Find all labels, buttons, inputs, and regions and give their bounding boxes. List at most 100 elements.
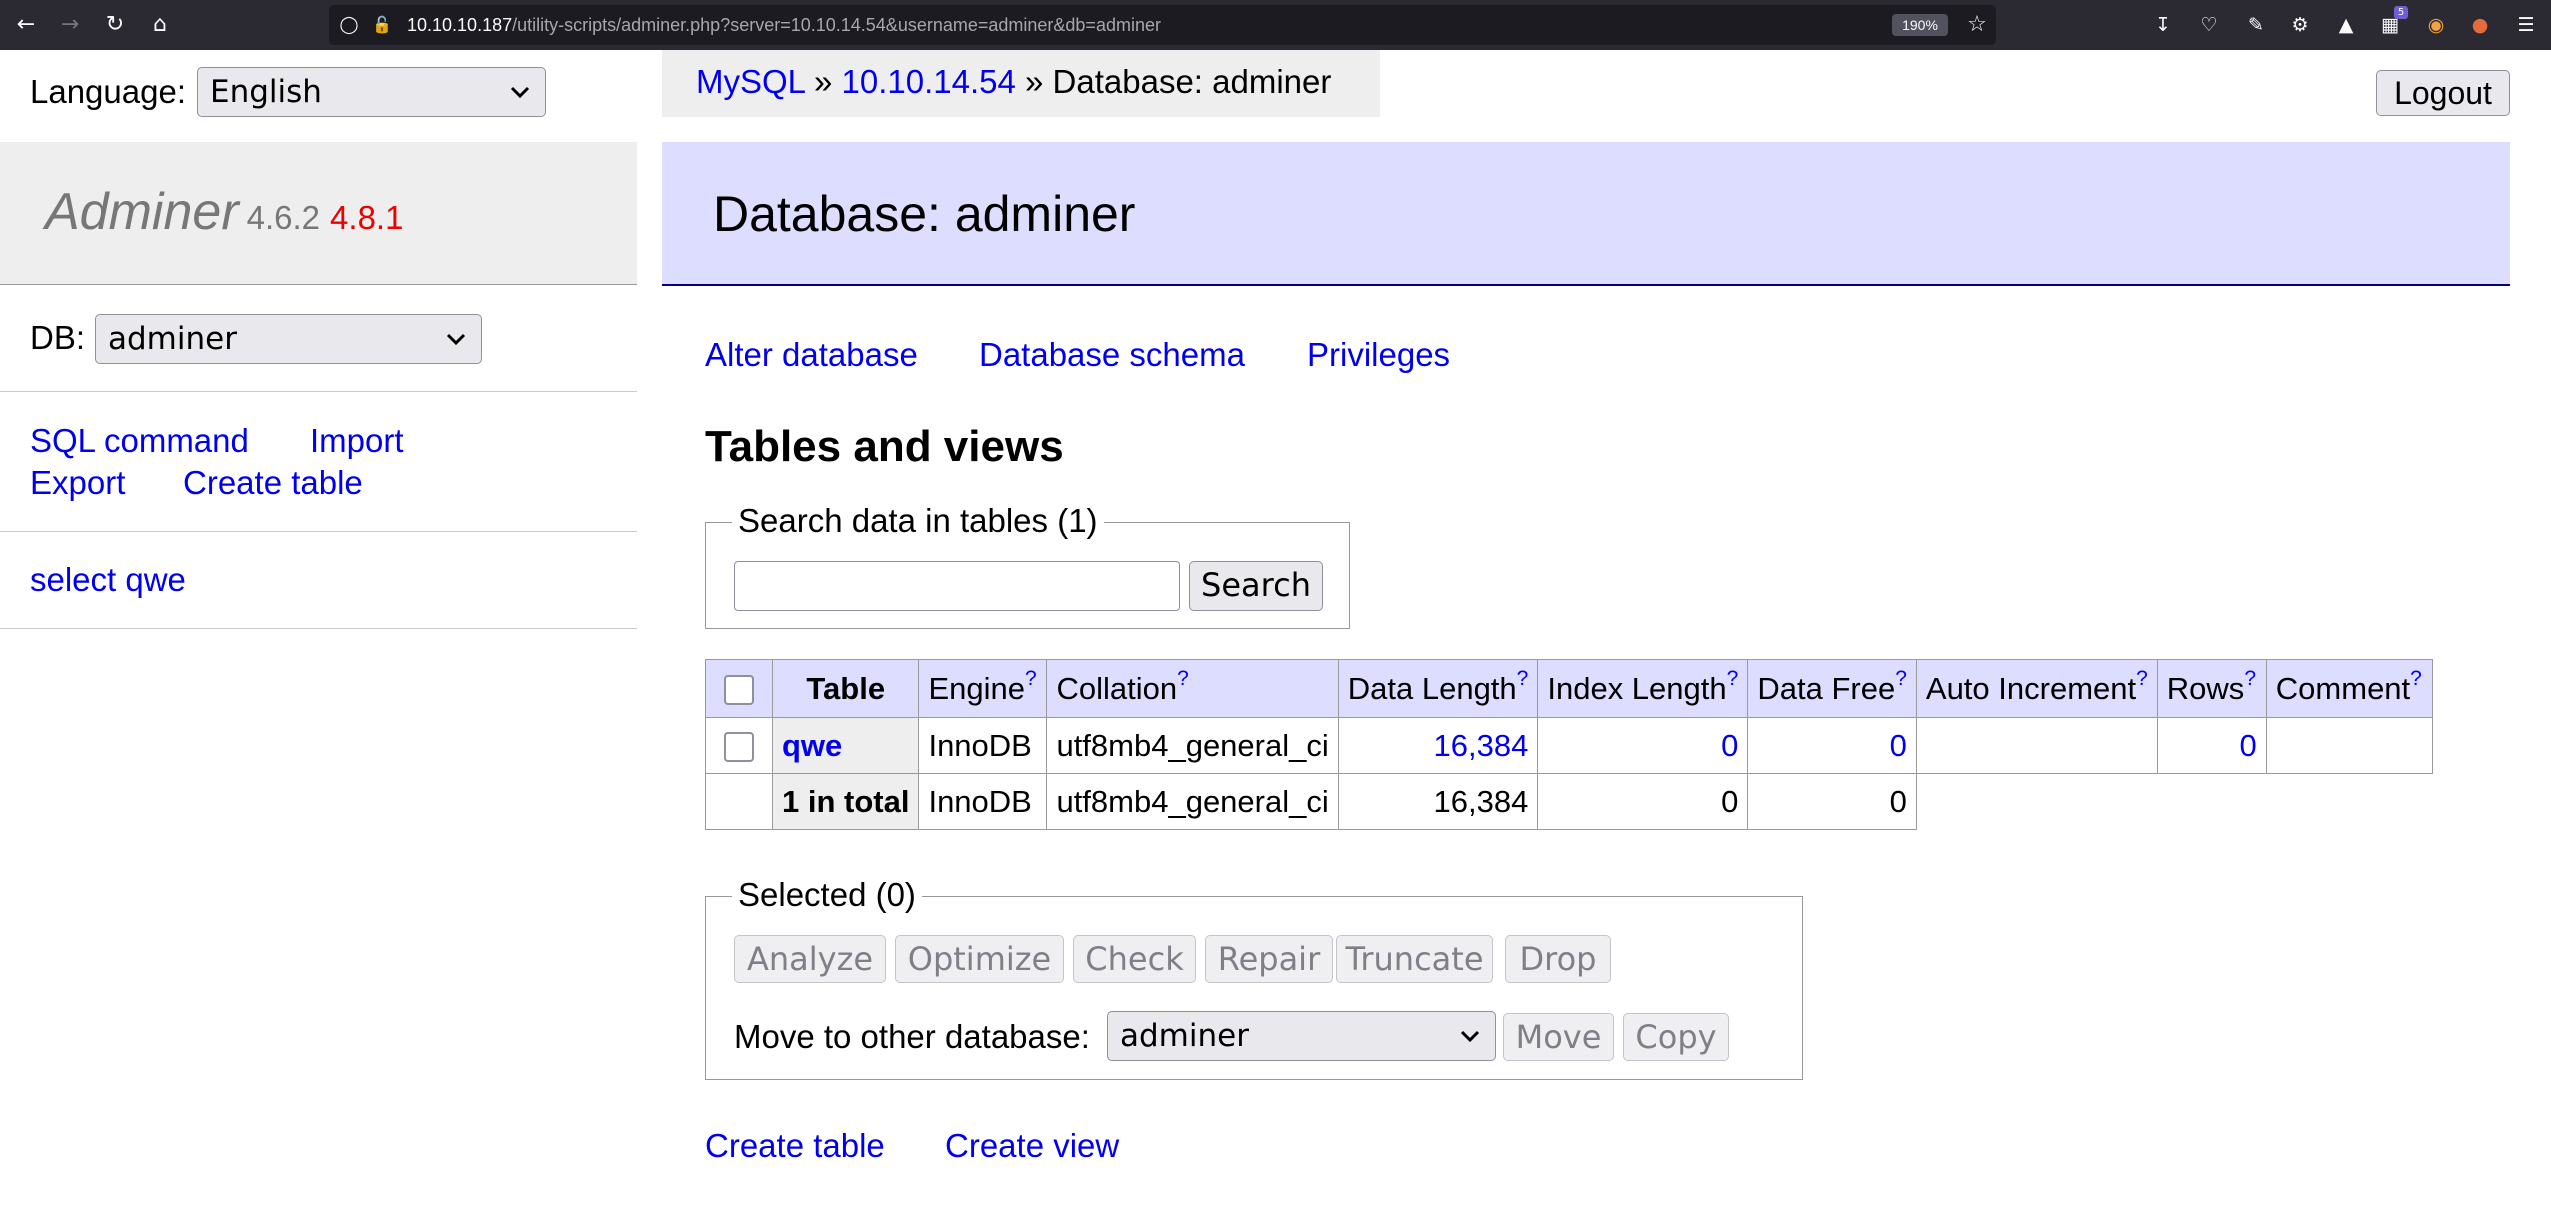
logout-button[interactable]: Logout bbox=[2376, 70, 2510, 116]
sql-command-link[interactable]: SQL command bbox=[30, 419, 249, 463]
extension-badge: 5 bbox=[2394, 6, 2408, 19]
brand: Adminer 4.6.2 4.8.1 bbox=[45, 182, 403, 242]
repair-button[interactable]: Repair bbox=[1205, 935, 1333, 983]
downloads-icon[interactable]: ↧ bbox=[2150, 12, 2176, 38]
alter-database-link[interactable]: Alter database bbox=[705, 333, 918, 377]
collation-help-link[interactable]: ? bbox=[1177, 667, 1189, 690]
search-button[interactable]: Search bbox=[1189, 561, 1323, 611]
db-label: DB: bbox=[30, 319, 86, 356]
sidebar-table-select-qwe[interactable]: select qwe bbox=[30, 558, 186, 602]
rows-help-link[interactable]: ? bbox=[2244, 667, 2256, 690]
pocket-icon[interactable]: ♡ bbox=[2196, 12, 2222, 38]
extension-fox-icon[interactable]: ◉ bbox=[2423, 12, 2449, 38]
data-length-cell: 16,384 bbox=[1337, 717, 1539, 774]
breadcrumb-separator: » bbox=[1025, 63, 1044, 100]
col-engine-label: Engine bbox=[928, 670, 1025, 706]
row-checkbox-qwe[interactable] bbox=[724, 732, 754, 763]
index-length-help-link[interactable]: ? bbox=[1727, 667, 1739, 690]
move-db-select-value: adminer bbox=[1120, 1018, 1249, 1054]
extension-puzzle-icon[interactable]: ⚙ bbox=[2287, 12, 2313, 38]
create-table-link[interactable]: Create table bbox=[705, 1124, 885, 1168]
privileges-link[interactable]: Privileges bbox=[1307, 333, 1450, 377]
col-index-length-label: Index Length bbox=[1547, 670, 1727, 706]
breadcrumb-current: Database: adminer bbox=[1052, 63, 1332, 100]
col-engine-header: Engine? bbox=[918, 659, 1048, 718]
data-length-link[interactable]: 16,384 bbox=[1434, 728, 1529, 763]
col-auto-increment-label: Auto Increment bbox=[1925, 670, 2137, 706]
url-text[interactable]: 10.10.10.187/utility-scripts/adminer.php… bbox=[407, 5, 1161, 45]
adminer-brand-box: Adminer 4.6.2 4.8.1 bbox=[0, 142, 637, 285]
zoom-level-badge[interactable]: 190% bbox=[1892, 14, 1948, 36]
language-select[interactable]: English bbox=[197, 67, 546, 117]
breadcrumb-driver-link[interactable]: MySQL bbox=[696, 63, 805, 100]
select-all-cell bbox=[705, 659, 773, 718]
engine-cell: InnoDB bbox=[918, 717, 1048, 774]
check-button[interactable]: Check bbox=[1073, 935, 1196, 983]
drop-button[interactable]: Drop bbox=[1505, 935, 1611, 983]
copy-button[interactable]: Copy bbox=[1623, 1013, 1729, 1061]
total-blank-cell bbox=[1916, 774, 2157, 830]
create-view-link[interactable]: Create view bbox=[945, 1124, 1119, 1168]
chevron-down-icon bbox=[1460, 1030, 1480, 1043]
brand-name[interactable]: Adminer bbox=[45, 183, 239, 241]
address-bar[interactable]: ◯ 🔓 10.10.10.187/utility-scripts/adminer… bbox=[329, 5, 1996, 45]
data-free-cell: 0 bbox=[1747, 717, 1917, 774]
breadcrumb-server-link[interactable]: 10.10.14.54 bbox=[842, 63, 1016, 100]
bookmark-star-icon[interactable]: ☆ bbox=[1964, 12, 1990, 38]
engine-help-link[interactable]: ? bbox=[1025, 667, 1037, 690]
shield-icon[interactable]: ◯ bbox=[339, 14, 359, 36]
analyze-button[interactable]: Analyze bbox=[734, 935, 886, 983]
search-legend: Search data in tables (1) bbox=[732, 499, 1104, 543]
import-link[interactable]: Import bbox=[310, 419, 404, 463]
move-button[interactable]: Move bbox=[1503, 1013, 1614, 1061]
forward-icon[interactable]: → bbox=[55, 10, 85, 40]
selected-fieldset: Selected (0) Analyze Optimize Check Repa… bbox=[705, 873, 1803, 1080]
url-host: 10.10.10.187 bbox=[407, 15, 513, 35]
data-free-help-link[interactable]: ? bbox=[1895, 667, 1907, 690]
move-label: Move to other database: bbox=[734, 1018, 1090, 1055]
extension-palette-icon[interactable]: ● bbox=[2467, 12, 2493, 38]
home-icon[interactable]: ⌂ bbox=[145, 10, 175, 40]
index-length-cell: 0 bbox=[1537, 717, 1749, 774]
rows-link[interactable]: 0 bbox=[2240, 728, 2257, 763]
selected-legend: Selected (0) bbox=[732, 873, 922, 917]
col-data-length-header: Data Length? bbox=[1337, 659, 1539, 718]
total-label-cell: 1 in total bbox=[771, 773, 920, 830]
insecure-lock-icon[interactable]: 🔓 bbox=[372, 14, 392, 36]
database-schema-link[interactable]: Database schema bbox=[979, 333, 1245, 377]
extension-hat-icon[interactable]: ▲ bbox=[2333, 12, 2359, 38]
db-select[interactable]: adminer bbox=[95, 314, 482, 364]
table-name-cell: qwe bbox=[771, 717, 920, 774]
language-label: Language: bbox=[30, 73, 186, 110]
comment-help-link[interactable]: ? bbox=[2410, 667, 2422, 690]
data-length-help-link[interactable]: ? bbox=[1517, 667, 1529, 690]
auto-increment-cell bbox=[1915, 717, 2158, 774]
col-rows-header: Rows? bbox=[2156, 659, 2267, 718]
search-input[interactable] bbox=[734, 561, 1180, 611]
auto-increment-help-link[interactable]: ? bbox=[2136, 667, 2148, 690]
extensions-icon[interactable]: ✎ bbox=[2243, 12, 2269, 38]
row-select-cell bbox=[705, 717, 773, 774]
index-length-link[interactable]: 0 bbox=[1721, 728, 1738, 763]
tables-table: Table Engine? Collation? Data Length? In… bbox=[705, 659, 2433, 830]
optimize-button[interactable]: Optimize bbox=[895, 935, 1064, 983]
select-all-checkbox[interactable] bbox=[724, 675, 754, 706]
sidebar-divider bbox=[0, 531, 637, 532]
back-icon[interactable]: ← bbox=[11, 10, 41, 40]
menu-icon[interactable]: ☰ bbox=[2513, 12, 2539, 38]
move-db-select[interactable]: adminer bbox=[1107, 1011, 1496, 1061]
page-title: Database: adminer bbox=[713, 186, 1136, 242]
total-blank-cell bbox=[2266, 774, 2432, 830]
sidebar-create-table-link[interactable]: Create table bbox=[183, 461, 363, 505]
export-link[interactable]: Export bbox=[30, 461, 125, 505]
new-version[interactable]: 4.8.1 bbox=[330, 199, 403, 236]
table-link-qwe[interactable]: qwe bbox=[782, 728, 842, 763]
chevron-down-icon bbox=[446, 333, 466, 346]
tables-and-views-heading: Tables and views bbox=[705, 422, 1064, 471]
sidebar-divider bbox=[0, 391, 637, 392]
reload-icon[interactable]: ↻ bbox=[100, 10, 130, 40]
truncate-button[interactable]: Truncate bbox=[1336, 935, 1493, 983]
data-free-link[interactable]: 0 bbox=[1890, 728, 1907, 763]
col-index-length-header: Index Length? bbox=[1537, 659, 1749, 718]
version: 4.6.2 bbox=[246, 199, 321, 236]
